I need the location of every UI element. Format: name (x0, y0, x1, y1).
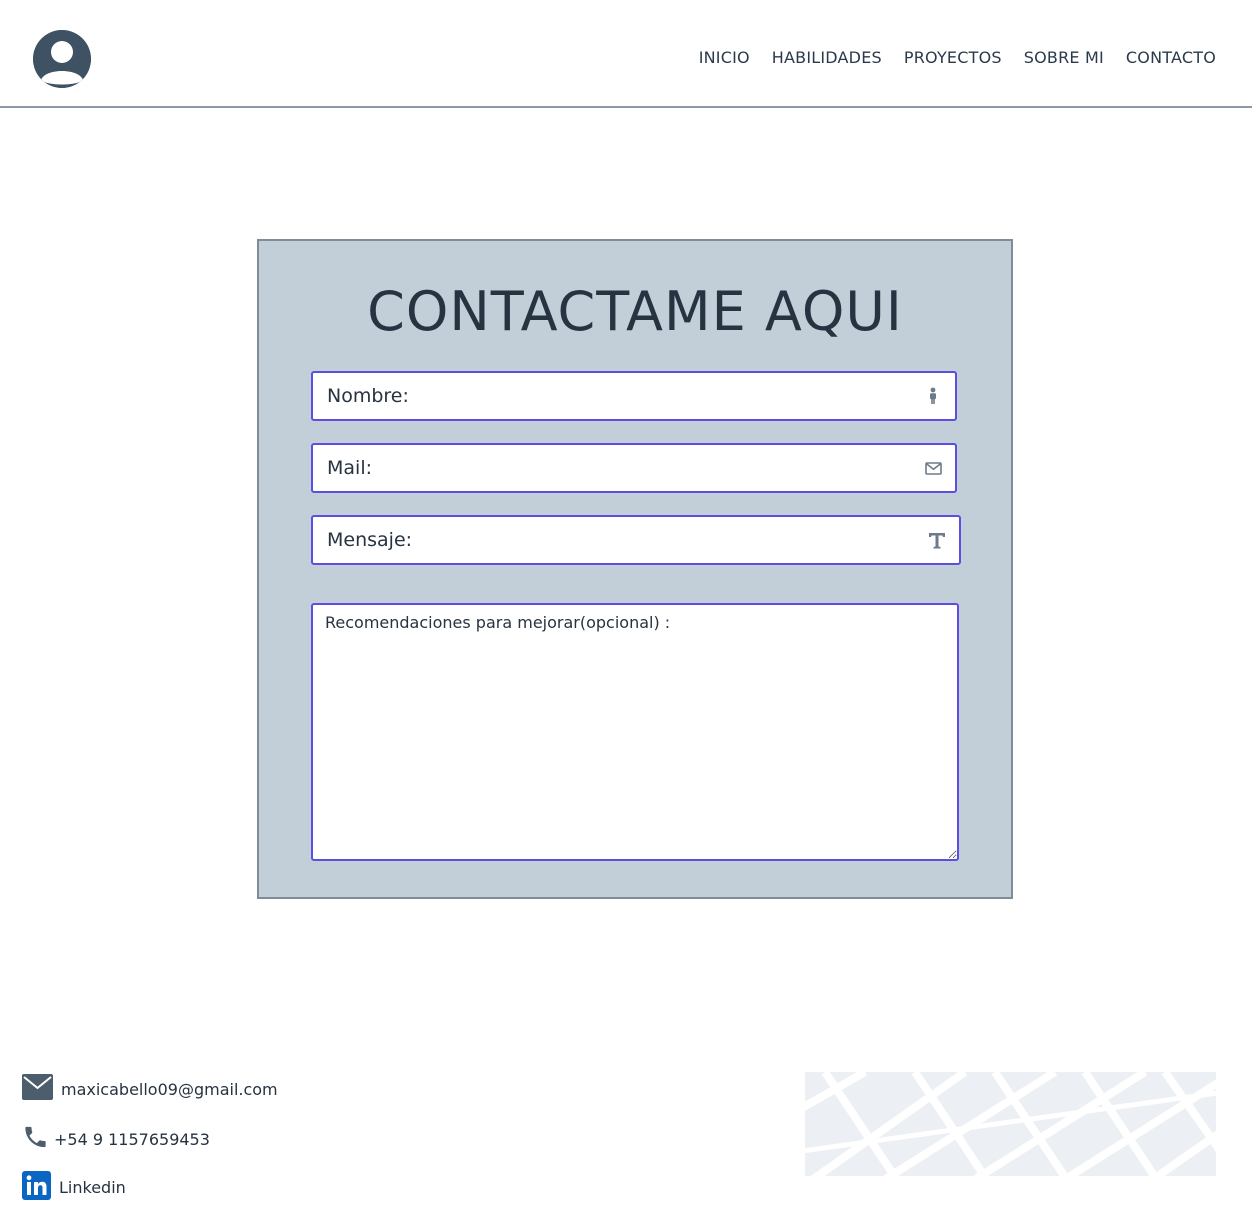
phone-icon (22, 1123, 49, 1155)
envelope-icon (923, 458, 943, 478)
nav-habilidades[interactable]: HABILIDADES (772, 47, 882, 69)
footer-linkedin: Linkedin (22, 1171, 126, 1204)
email-link[interactable]: maxicabello09@gmail.com (61, 1080, 278, 1099)
person-icon (923, 386, 943, 406)
contact-form-card: CONTACTAME AQUI (257, 239, 1013, 899)
form-title: CONTACTAME AQUI (367, 280, 903, 343)
mensaje-input[interactable] (313, 517, 959, 563)
main-nav: INICIO HABILIDADES PROYECTOS SOBRE MI CO… (699, 47, 1216, 69)
nombre-field-wrapper (311, 371, 957, 421)
user-avatar-icon[interactable] (33, 30, 91, 88)
nav-inicio[interactable]: INICIO (699, 47, 750, 69)
nombre-input[interactable] (313, 373, 955, 419)
site-header: INICIO HABILIDADES PROYECTOS SOBRE MI CO… (0, 0, 1252, 108)
mensaje-field-wrapper (311, 515, 961, 565)
recomendaciones-wrapper (311, 603, 959, 861)
footer-email: maxicabello09@gmail.com (22, 1074, 278, 1104)
mail-icon (22, 1074, 53, 1104)
recomendaciones-textarea[interactable] (313, 605, 957, 859)
linkedin-link[interactable]: Linkedin (59, 1178, 126, 1197)
footer-phone: +54 9 1157659453 (22, 1123, 210, 1155)
map-pattern (805, 1072, 1216, 1176)
mail-field-wrapper (311, 443, 957, 493)
linkedin-icon (22, 1171, 51, 1204)
nav-sobre-mi[interactable]: SOBRE MI (1024, 47, 1104, 69)
nav-proyectos[interactable]: PROYECTOS (904, 47, 1002, 69)
nav-contacto[interactable]: CONTACTO (1126, 47, 1216, 69)
phone-link[interactable]: +54 9 1157659453 (54, 1130, 210, 1149)
text-icon (927, 530, 947, 550)
mail-input[interactable] (313, 445, 955, 491)
